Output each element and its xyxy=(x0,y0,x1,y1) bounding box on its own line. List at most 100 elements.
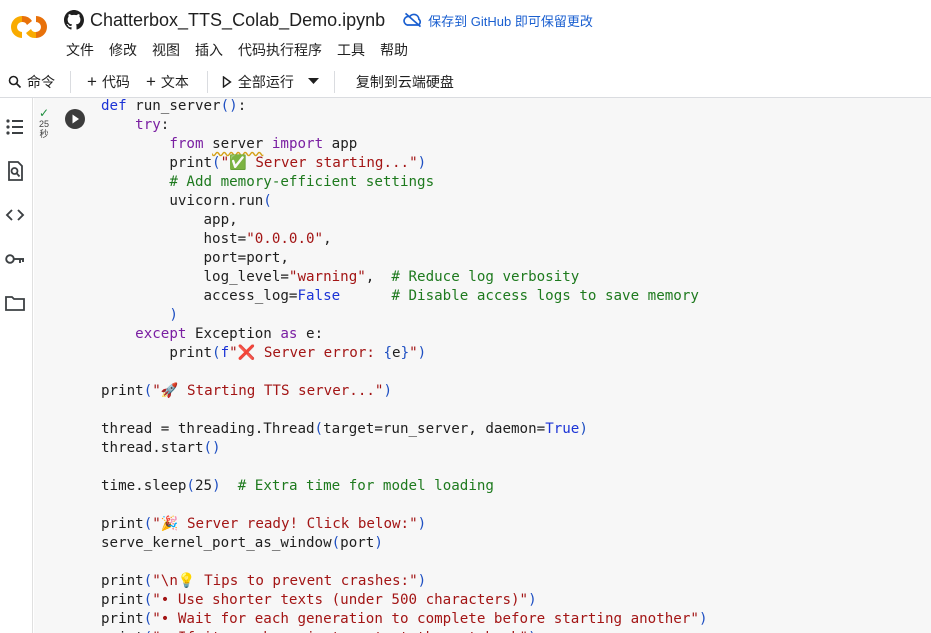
menu-file[interactable]: 文件 xyxy=(66,40,94,60)
code-token: True xyxy=(545,421,580,437)
menu-runtime[interactable]: 代码执行程序 xyxy=(238,40,322,60)
toolbar-divider xyxy=(206,70,208,93)
success-check-icon: ✓ xyxy=(38,106,50,120)
code-line: app, xyxy=(101,211,707,230)
code-line: access_log=False # Disable access logs t… xyxy=(101,287,707,306)
code-line: ) xyxy=(101,306,707,325)
code-token: server xyxy=(212,136,264,152)
save-to-github-label: 保存到 GitHub 即可保留更改 xyxy=(428,13,593,29)
code-token: f xyxy=(220,345,230,361)
code-token: e xyxy=(392,345,401,361)
execution-time: 25 xyxy=(38,119,49,129)
code-token: time.sleep xyxy=(101,478,187,494)
code-token: port xyxy=(340,535,375,551)
code-token: ) xyxy=(101,307,178,323)
code-token: host= xyxy=(101,231,247,247)
menu-tools[interactable]: 工具 xyxy=(337,40,365,60)
colab-logo-icon[interactable] xyxy=(8,12,50,42)
code-line: print("✅ Server starting...") xyxy=(101,154,707,173)
code-token: # Reduce log verbosity xyxy=(391,269,580,285)
cloud-off-icon xyxy=(403,12,422,28)
menu-insert[interactable]: 插入 xyxy=(195,40,223,60)
code-token: ( xyxy=(143,592,153,608)
execution-status: ✓ 25 秒 xyxy=(37,106,51,139)
code-token: 25 xyxy=(194,478,213,494)
code-token: app, xyxy=(101,212,238,228)
code-token: import xyxy=(271,136,324,152)
code-line: time.sleep(25) # Extra time for model lo… xyxy=(101,477,707,496)
code-token: print xyxy=(101,611,144,627)
run-cell-button[interactable] xyxy=(65,109,85,129)
code-token: () xyxy=(220,98,238,114)
code-token: thread.start xyxy=(101,440,204,456)
run-options-dropdown[interactable] xyxy=(307,78,319,85)
menu-edit[interactable]: 修改 xyxy=(109,40,137,60)
add-text-button[interactable]: + 文本 xyxy=(146,72,189,92)
code-editor[interactable]: def run_server(): try: from server impor… xyxy=(95,98,931,633)
code-token: try xyxy=(135,117,161,133)
code-token: "🎉 Server ready! Click below:" xyxy=(152,516,418,532)
code-token: ) xyxy=(579,421,588,437)
code-token: () xyxy=(203,440,221,456)
menu-help[interactable]: 帮助 xyxy=(380,40,408,60)
code-token: ) xyxy=(374,535,383,551)
copy-to-drive-button[interactable]: 复制到云端硬盘 xyxy=(356,72,454,92)
code-line: print(f"❌ Server error: {e}") xyxy=(101,344,707,363)
code-token: : xyxy=(160,117,170,133)
files-folder-icon[interactable] xyxy=(4,292,26,314)
code-token: except xyxy=(135,326,187,342)
code-token: "✅ Server starting..." xyxy=(220,155,418,171)
play-icon xyxy=(72,114,79,124)
menu-view[interactable]: 视图 xyxy=(152,40,180,60)
code-token: ) xyxy=(528,592,537,608)
left-sidebar xyxy=(0,98,33,633)
run-all-button[interactable]: 全部运行 xyxy=(222,72,294,92)
code-token: access_log= xyxy=(101,288,298,304)
code-line: print("• Use shorter texts (under 500 ch… xyxy=(101,591,707,610)
code-token: " xyxy=(409,345,418,361)
github-icon xyxy=(64,10,84,30)
code-line: host="0.0.0.0", xyxy=(101,230,707,249)
toolbar-divider xyxy=(333,70,335,93)
code-token: run_server xyxy=(126,98,221,114)
copy-to-drive-label: 复制到云端硬盘 xyxy=(355,73,454,90)
notebook-title[interactable]: Chatterbox_TTS_Colab_Demo.ipynb xyxy=(90,10,385,31)
play-icon xyxy=(222,75,232,88)
code-line: from server import app xyxy=(101,135,707,154)
code-token: ) xyxy=(212,478,221,494)
code-token: print xyxy=(101,345,213,361)
commands-button[interactable]: 命令 xyxy=(8,72,55,92)
code-token: ) xyxy=(417,573,427,589)
code-token: print xyxy=(101,516,144,532)
code-token: ( xyxy=(212,345,221,361)
find-in-notebook-icon[interactable] xyxy=(4,160,26,182)
execution-time-unit: 秒 xyxy=(39,129,49,139)
commands-label: 命令 xyxy=(27,73,55,90)
code-token: ( xyxy=(263,193,272,209)
search-icon xyxy=(8,75,22,88)
code-token: "❌ Server error: xyxy=(229,345,384,361)
code-snippets-icon[interactable] xyxy=(4,204,26,226)
code-token: , xyxy=(323,231,332,247)
code-token: # Disable access logs to save memory xyxy=(391,288,699,304)
code-content[interactable]: def run_server(): try: from server impor… xyxy=(101,98,707,633)
run-all-label: 全部运行 xyxy=(237,73,294,90)
code-token: ( xyxy=(143,611,153,627)
secrets-key-icon[interactable] xyxy=(4,248,26,270)
code-line: print("🚀 Starting TTS server...") xyxy=(101,382,707,401)
code-token: ( xyxy=(212,155,221,171)
code-token: ) xyxy=(417,345,427,361)
add-code-button[interactable]: + 代码 xyxy=(87,72,130,92)
code-token: : xyxy=(237,98,247,114)
table-of-contents-icon[interactable] xyxy=(4,116,26,138)
code-token: log_level= xyxy=(101,269,289,285)
plus-icon: + xyxy=(145,71,156,91)
code-token: # Extra time for model loading xyxy=(237,478,494,494)
save-to-github-link[interactable]: 保存到 GitHub 即可保留更改 xyxy=(403,11,593,30)
code-token: "\n💡 Tips to prevent crashes:" xyxy=(152,573,418,589)
